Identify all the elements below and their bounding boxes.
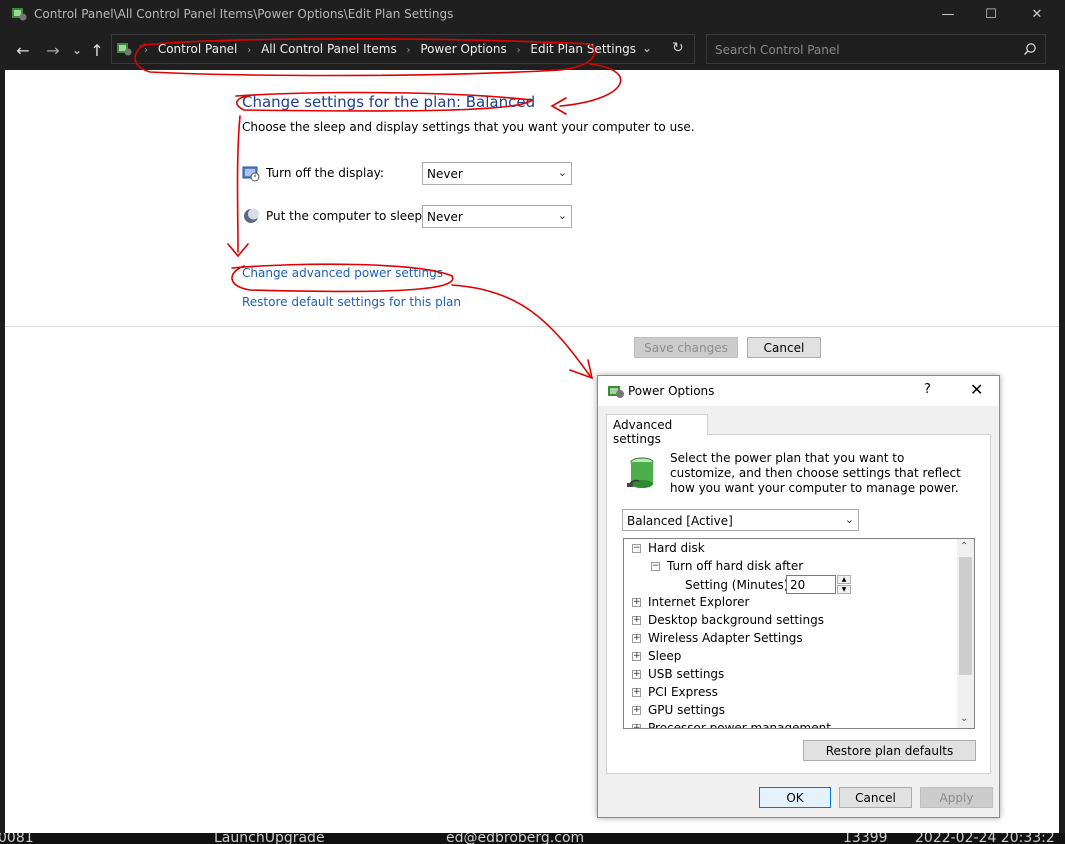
expand-icon[interactable]: + [632,634,641,643]
stepper-down-icon[interactable]: ▼ [837,585,851,594]
display-timeout-select[interactable]: Never ⌄ [422,162,572,185]
minutes-input[interactable] [786,575,836,594]
page-title: Change settings for the plan: Balanced [242,93,536,111]
breadcrumb-control-panel[interactable]: Control Panel [158,42,238,56]
dialog-title-bar: Power Options ? ✕ [598,376,999,406]
tab-advanced-settings[interactable]: Advanced settings [606,414,708,446]
minutes-stepper[interactable]: ▲ ▼ [786,575,852,594]
close-button[interactable]: ✕ [1014,0,1060,28]
breadcrumb-separator: › [144,45,148,56]
search-input[interactable] [715,41,1015,59]
address-dropdown-button[interactable]: ⌄ [642,41,652,55]
section-divider [5,326,1059,327]
tree-item-setting: Setting (Minutes): ▲ ▼ [624,575,954,594]
control-panel-icon [117,43,132,56]
sleep-moon-icon [244,208,259,223]
power-plan-value: Balanced [Active] [627,514,733,528]
tree-item-label: Hard disk [648,541,705,555]
breadcrumb-edit-plan[interactable]: Edit Plan Settings [530,42,636,56]
save-changes-button[interactable]: Save changes [634,337,738,358]
expand-icon[interactable]: + [632,616,641,625]
chevron-down-icon: ⌄ [557,209,567,222]
address-bar[interactable]: › Control Panel › All Control Panel Item… [111,34,695,64]
tree-scrollbar[interactable]: ⌃ ⌄ [957,539,974,728]
scrollbar-thumb[interactable] [959,557,972,675]
dialog-close-button[interactable]: ✕ [970,380,983,399]
collapse-icon[interactable]: − [651,562,660,571]
chevron-down-icon: ⌄ [557,166,567,179]
restore-default-settings-link[interactable]: Restore default settings for this plan [242,295,461,309]
background-text: 2022-02-24 20:33:2 [915,833,1055,844]
expand-icon[interactable]: + [632,724,641,728]
power-options-icon [608,386,624,398]
control-panel-icon [12,8,27,21]
background-window-edge [1059,70,1065,833]
dialog-description: Select the power plan that you want to c… [670,451,961,495]
collapse-icon[interactable]: − [632,544,641,553]
background-text: 13399 [843,833,888,844]
forward-button[interactable]: → [42,40,64,60]
display-timeout-value: Never [427,167,463,181]
advanced-settings-panel: Select the power plan that you want to c… [606,434,991,774]
expand-icon[interactable]: + [632,598,641,607]
tree-item-label: Internet Explorer [648,595,750,609]
stepper-up-icon[interactable]: ▲ [837,575,851,584]
tree-item-label: Turn off hard disk after [667,559,804,573]
tree-item-label: Desktop background settings [648,613,824,627]
power-plan-select[interactable]: Balanced [Active] ⌄ [622,509,859,531]
display-setting-label: Turn off the display: [266,166,384,180]
tree-item-label: USB settings [648,667,725,681]
navigation-bar: ← → ⌄ ↑ › Control Panel › All Control Pa… [0,28,1065,70]
expand-icon[interactable]: + [632,652,641,661]
tree-item-label: Processor power management [648,721,831,729]
breadcrumb-separator: › [247,45,252,56]
breadcrumb-power-options[interactable]: Power Options [420,42,506,56]
breadcrumb-separator: › [516,45,521,56]
sleep-timeout-select[interactable]: Never ⌄ [422,205,572,228]
dialog-cancel-button[interactable]: Cancel [839,787,912,808]
chevron-down-icon: ⌄ [844,513,854,526]
sleep-timeout-value: Never [427,210,463,224]
background-text: 0081 [0,833,34,844]
background-text: LaunchUpgrade [214,833,325,844]
restore-plan-defaults-button[interactable]: Restore plan defaults [803,740,976,761]
search-box[interactable] [706,34,1046,64]
up-button[interactable]: ↑ [86,40,108,60]
sleep-setting-label: Put the computer to sleep: [266,209,427,223]
minimize-button[interactable]: — [925,0,971,28]
background-window-strip: 0081 LaunchUpgrade ed@edbroberg.com 1339… [0,833,1065,844]
cancel-button[interactable]: Cancel [747,337,821,358]
maximize-button[interactable]: ☐ [968,0,1014,28]
search-icon[interactable] [1023,42,1037,56]
page-description: Choose the sleep and display settings th… [242,120,695,134]
battery-plug-icon [627,457,654,488]
breadcrumb-separator: › [406,45,411,56]
scroll-down-icon[interactable]: ⌄ [960,713,968,724]
dialog-title: Power Options [628,384,715,398]
help-button[interactable]: ? [924,382,931,397]
tree-item-label: Wireless Adapter Settings [648,631,803,645]
setting-minutes-label: Setting (Minutes): [685,578,793,592]
expand-icon[interactable]: + [632,706,641,715]
ok-button[interactable]: OK [759,787,831,808]
apply-button[interactable]: Apply [920,787,993,808]
refresh-button[interactable]: ↻ [672,40,684,56]
expand-icon[interactable]: + [632,670,641,679]
scroll-up-icon[interactable]: ⌃ [960,541,968,552]
power-options-dialog: Power Options ? ✕ Advanced settings Sele… [597,375,1000,818]
title-bar: Control Panel\All Control Panel Items\Po… [0,0,1065,28]
back-button[interactable]: ← [12,40,34,60]
window-title: Control Panel\All Control Panel Items\Po… [34,7,454,21]
change-advanced-power-settings-link[interactable]: Change advanced power settings [242,266,443,280]
tree-item-label: Sleep [648,649,682,663]
power-settings-tree[interactable]: − Hard disk − Turn off hard disk after S… [623,538,975,729]
tree-item-label: GPU settings [648,703,725,717]
breadcrumb-all-items[interactable]: All Control Panel Items [261,42,397,56]
expand-icon[interactable]: + [632,688,641,697]
recent-locations-button[interactable]: ⌄ [66,40,88,60]
breadcrumb: › Control Panel › All Control Panel Item… [138,42,636,56]
tree-item-label: PCI Express [648,685,718,699]
background-text: ed@edbroberg.com [446,833,585,844]
display-timer-icon [242,166,260,182]
